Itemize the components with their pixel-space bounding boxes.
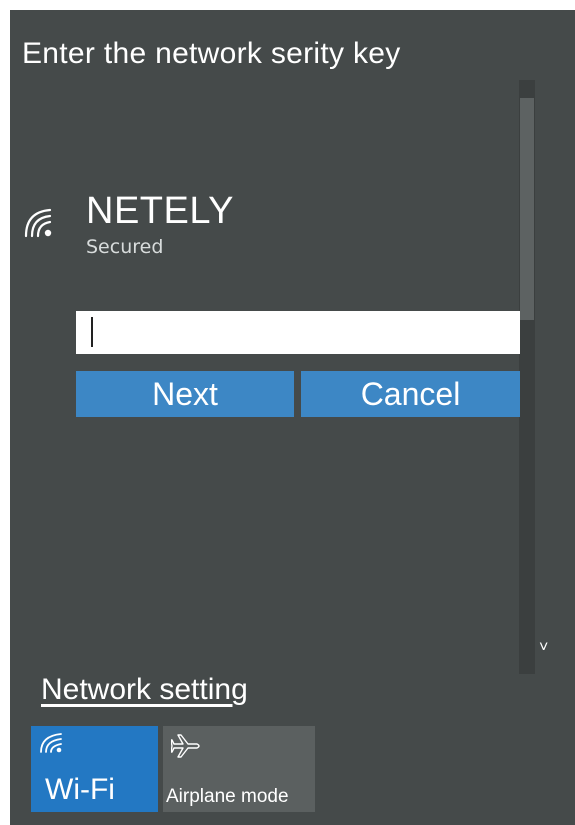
scrollbar-thumb[interactable] [520, 98, 534, 320]
network-flyout-panel: Enter the network serity key ˅ NETELY Se… [10, 10, 575, 825]
wifi-icon [24, 208, 52, 238]
airplane-mode-tile[interactable]: Airplane mode [163, 726, 315, 812]
text-caret [91, 317, 93, 347]
wifi-tile-label: Wi-Fi [45, 773, 115, 806]
cancel-button[interactable]: Cancel [301, 371, 520, 417]
network-status: Secured [86, 236, 164, 258]
scroll-down-arrow[interactable]: ˅ [539, 640, 548, 656]
airplane-icon [171, 734, 200, 758]
wifi-icon [40, 733, 62, 753]
dialog-title: Enter the network serity key [22, 37, 401, 70]
airplane-mode-label: Airplane mode [166, 786, 289, 807]
security-key-input[interactable] [76, 311, 520, 354]
next-button[interactable]: Next [76, 371, 294, 417]
wifi-tile[interactable]: Wi-Fi [31, 726, 158, 812]
network-settings-link[interactable]: Network setting [41, 672, 248, 708]
network-name: NETELY [86, 190, 235, 232]
